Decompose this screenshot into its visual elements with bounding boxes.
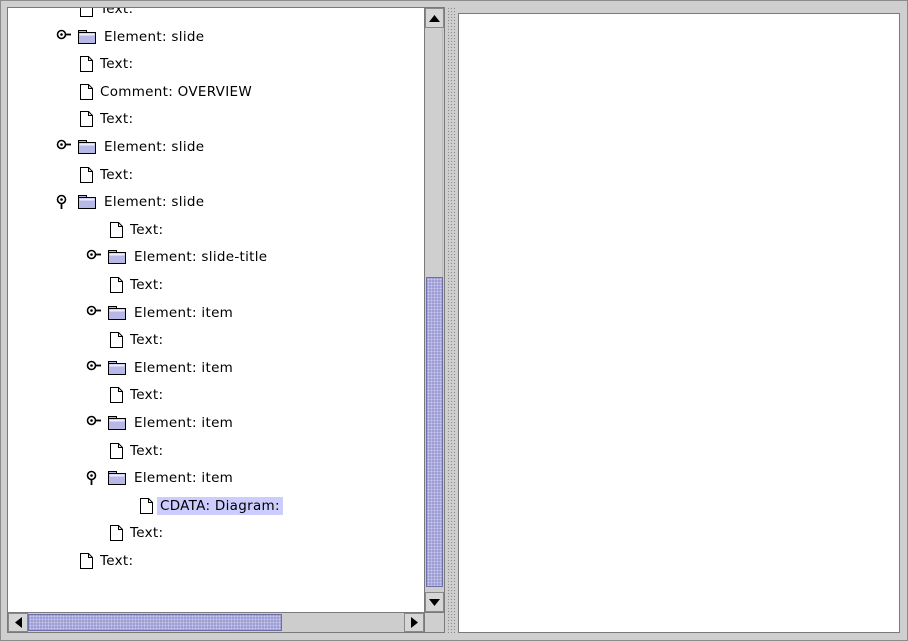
dom-tree-view[interactable]: Text: Element: slide Text: Comment: OVERVIE… [8,8,424,612]
folder-icon [78,195,96,210]
tree-node-leaf[interactable]: Text: [110,384,166,406]
document-icon [80,166,93,183]
folder-icon [108,471,126,486]
tree-node-leaf[interactable]: Text: [80,550,136,572]
tree-node-label: Element: item [134,470,234,487]
tree-node-label: Element: slide [104,139,205,155]
tree-node-element[interactable]: Element: slide-title [86,246,270,268]
collapsed-handle-icon[interactable] [56,139,72,155]
tree-node-label: Text: [100,166,134,183]
tree-node-element[interactable]: Element: item [86,302,236,324]
vertical-scroll-track-upper[interactable] [426,28,443,277]
document-icon [110,277,123,293]
tree-node-element[interactable]: Element: item [86,412,236,434]
vertical-scroll-thumb[interactable] [426,277,443,587]
horizontal-scrollbar[interactable] [8,612,424,632]
document-icon [80,83,93,100]
split-pane-divider[interactable] [447,7,455,633]
tree-node-label: Text: [130,525,164,542]
collapsed-handle-icon[interactable] [86,415,102,431]
tree-node-label: Text: [130,221,164,238]
folder-icon [108,416,126,430]
collapsed-handle-icon[interactable] [86,360,102,376]
document-icon [110,332,123,349]
tree-node-leaf[interactable]: Text: [80,108,136,130]
tree-node-label: Text: [100,553,134,569]
folder-icon [78,140,96,154]
expanded-handle-icon[interactable] [86,470,102,486]
arrow-right-icon [410,617,418,628]
tree-node-label: Text: [130,332,164,349]
tree-node-leaf[interactable]: Comment: OVERVIEW [80,81,255,103]
document-icon [80,8,93,17]
tree-node-label: Element: slide [104,28,205,45]
tree-node-label: Text: [100,56,134,73]
document-icon [110,525,123,542]
folder-icon [108,305,126,320]
tree-node-label: Element: item [134,415,234,431]
document-icon [110,221,123,238]
document-icon [110,442,123,459]
tree-node-label: Text: [100,111,134,128]
tree-node-leaf[interactable]: Text: [110,219,166,241]
tree-panel: Text: Element: slide Text: Comment: OVERVIE… [7,7,445,633]
horizontal-scroll-thumb[interactable] [28,614,282,631]
collapsed-handle-icon[interactable] [56,29,72,45]
document-icon [80,56,93,73]
tree-node-label: Text: [100,8,134,17]
tree-node-leaf[interactable]: Text: [110,274,166,296]
tree-node-leaf[interactable]: Text: [110,329,166,351]
tree-node-element[interactable]: Element: slide [56,26,207,48]
arrow-left-icon [14,617,22,628]
tree-node-leaf[interactable]: Text: [110,522,166,544]
collapsed-handle-icon[interactable] [86,249,102,265]
vertical-scrollbar[interactable] [424,8,444,612]
scroll-left-button[interactable] [8,613,28,632]
document-icon [80,111,93,128]
scroll-up-button[interactable] [425,8,444,28]
arrow-up-icon [429,14,440,22]
scroll-down-button[interactable] [425,592,444,612]
application-window: Text: Element: slide Text: Comment: OVERVIE… [0,0,908,641]
tree-node-element[interactable]: Element: item [86,467,236,489]
tree-node-label: Comment: OVERVIEW [100,83,252,100]
tree-node-element[interactable]: Element: item [86,357,236,379]
tree-node-label: Element: item [134,304,234,321]
tree-node-label: Text: [130,387,164,404]
detail-panel [458,13,900,633]
arrow-down-icon [429,598,440,606]
tree-node-element[interactable]: Element: slide [56,136,207,158]
document-icon [80,553,93,569]
collapsed-handle-icon[interactable] [86,305,102,321]
document-icon [110,387,123,404]
scroll-right-button[interactable] [404,613,424,632]
expanded-handle-icon[interactable] [56,194,72,210]
folder-icon [108,360,126,375]
tree-node-label: Text: [130,277,164,293]
document-icon [140,497,153,514]
tree-node-leaf[interactable]: Text: [80,8,136,20]
tree-node-label: Text: [130,442,164,459]
tree-node-leaf[interactable]: Text: [80,53,136,75]
tree-node-label: Element: slide-title [134,249,268,266]
vertical-scroll-track[interactable] [425,28,444,592]
tree-node-label: CDATA: Diagram: [157,496,283,515]
scroll-corner [424,612,444,632]
folder-icon [108,250,126,265]
tree-node-leaf[interactable]: Text: [80,164,136,186]
tree-node-label: Element: item [134,359,234,376]
tree-node-element[interactable]: Element: slide [56,191,207,213]
tree-node-label: Element: slide [104,194,205,211]
tree-node-leaf[interactable]: CDATA: Diagram: [140,495,283,517]
tree-node-leaf[interactable]: Text: [110,440,166,462]
folder-icon [78,29,96,44]
